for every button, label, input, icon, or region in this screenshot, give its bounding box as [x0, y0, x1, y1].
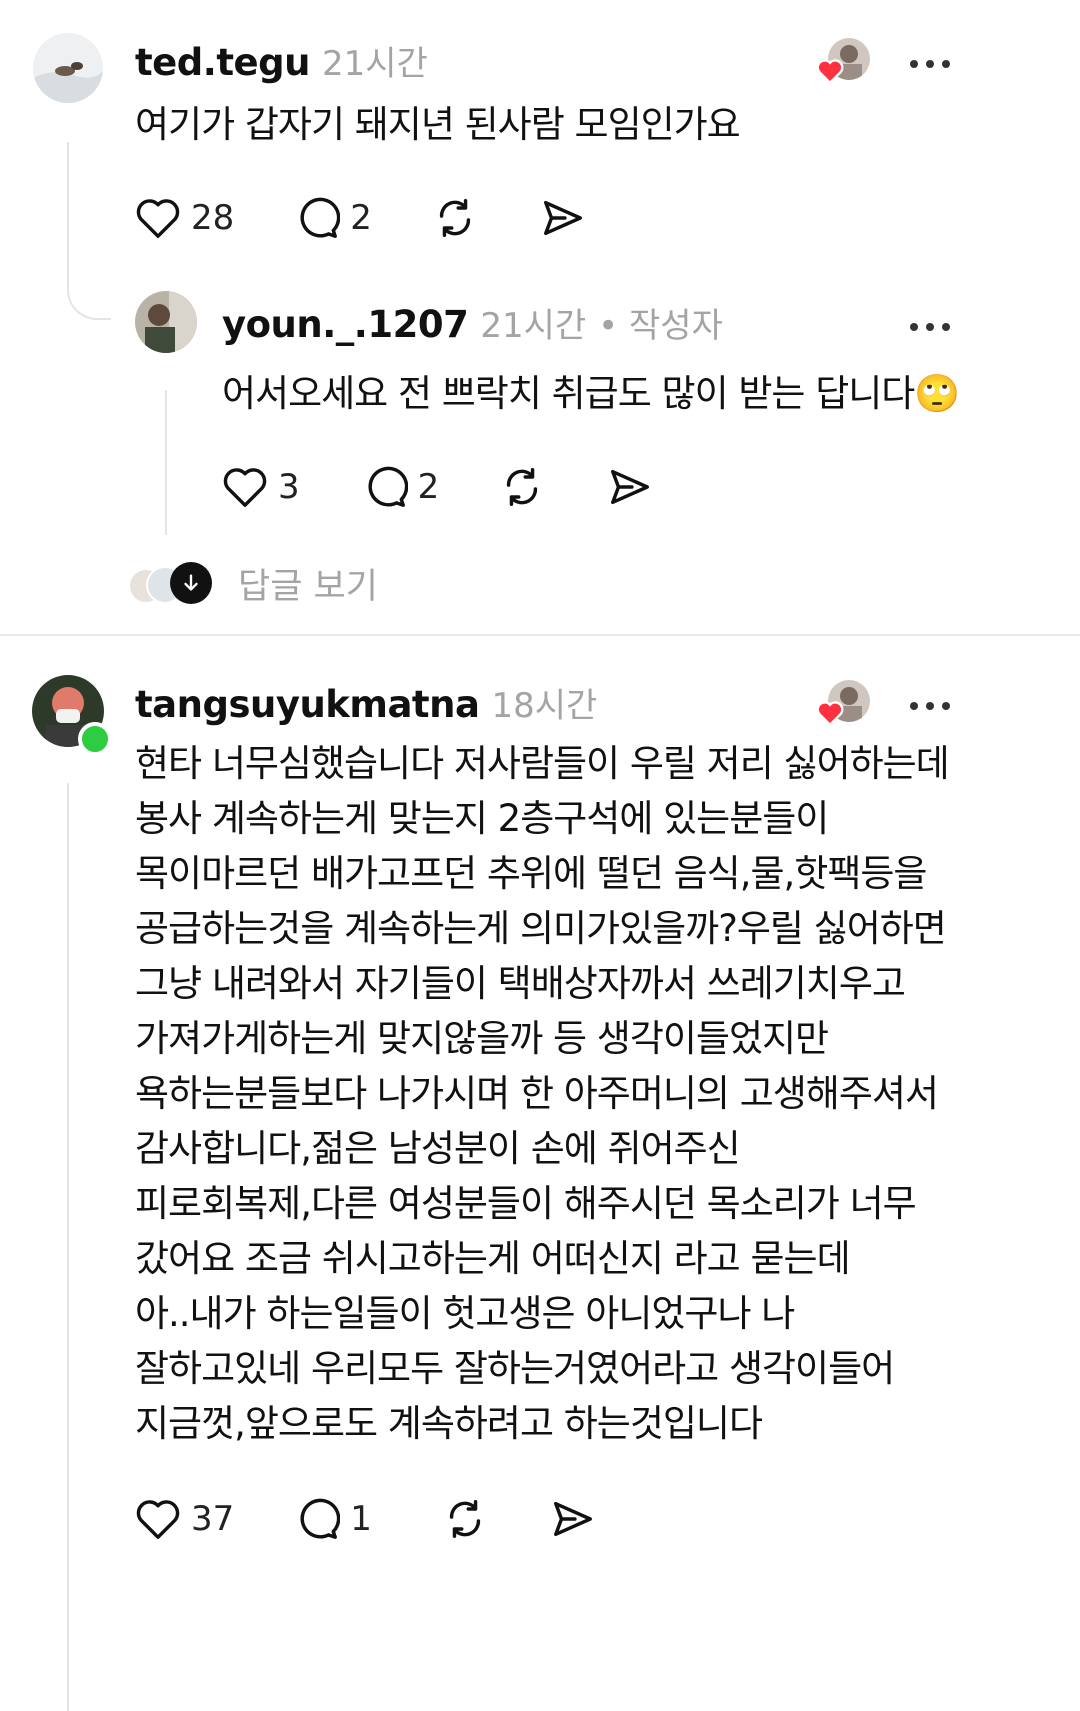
post-header: tangsuyukmatna 18시간: [135, 678, 597, 727]
repost-icon: [439, 199, 471, 237]
like-count: 3: [278, 467, 300, 507]
timestamp: 21시간: [321, 44, 428, 84]
username[interactable]: ted.tegu: [135, 41, 310, 84]
repost-icon: [507, 468, 538, 506]
heart-icon: [816, 59, 844, 84]
like-count: 37: [191, 1499, 235, 1539]
post-text: 현타 너무심했습니다 저사람들이 우릴 저리 싫어하는데 봉사 계속하는게 맞는…: [135, 736, 950, 1451]
divider: [0, 634, 1080, 636]
text-line: 잘하고있네 우리모두 잘하는거였어라고 생각이들어: [135, 1347, 895, 1390]
arrow-down-icon: [170, 561, 212, 604]
timestamp: 21시간: [480, 306, 587, 346]
comment-icon: [368, 466, 408, 507]
action-bar: 28 2: [135, 195, 586, 241]
like-button[interactable]: 3: [222, 465, 300, 509]
repost-button[interactable]: [432, 195, 478, 241]
like-button[interactable]: 28: [135, 196, 234, 240]
text-line: 지금껏,앞으로도 계속하려고 하는것입니다: [135, 1402, 763, 1445]
text-line: 욕하는분들보다 나가시며 한 아주머니의 고생해주셔서: [135, 1072, 939, 1115]
thread-line: [165, 390, 167, 535]
text-line: 아..내가 하는일들이 헛고생은 아니었구나 나: [135, 1292, 795, 1335]
reply-count: 2: [417, 467, 440, 507]
repost-button[interactable]: [442, 1496, 488, 1542]
share-button[interactable]: [607, 464, 653, 510]
post-text: 여기가 갑자기 돼지년 된사람 모임인가요: [135, 95, 741, 155]
reply-avatars: [128, 561, 216, 606]
liked-by-avatar[interactable]: [816, 38, 874, 88]
share-button[interactable]: [540, 195, 586, 241]
online-status-dot: [78, 722, 112, 756]
thread-line: [67, 783, 69, 1711]
repost-button[interactable]: [499, 464, 545, 510]
like-count: 28: [191, 198, 235, 238]
text-line: 감사합니다,젊은 남성분이 손에 쥐어주신: [135, 1127, 741, 1170]
username[interactable]: tangsuyukmatna: [135, 683, 480, 726]
more-options-button[interactable]: [906, 316, 954, 335]
heart-outline-icon: [136, 1500, 180, 1539]
text-line: 가져가게하는게 맞지않을까 등 생각이들었지만: [135, 1017, 829, 1060]
heart-outline-icon: [223, 468, 267, 507]
reply-count: 2: [350, 198, 372, 238]
send-icon: [611, 469, 650, 505]
reply-button[interactable]: 1: [294, 1496, 372, 1542]
post-text: 어서오세요 전 쁘락치 취급도 많이 받는 답니다🙄: [222, 364, 960, 424]
text-line: 여기가 갑자기 돼지년 된사람 모임인가요: [135, 103, 741, 146]
text-line: 공급하는것을 계속하는게 의미가있을까?우릴 싫어하면: [135, 907, 947, 950]
text-line: 현타 너무심했습니다 저사람들이 우릴 저리 싫어하는데: [135, 742, 950, 785]
reply-button[interactable]: 2: [362, 464, 440, 510]
text-line: 갔어요 조금 쉬시고하는게 어떠신지 라고 묻는데: [135, 1237, 851, 1280]
username[interactable]: youn._.1207: [222, 303, 469, 346]
text-line: 어서오세요 전 쁘락치 취급도 많이 받는 답니다🙄: [222, 372, 960, 415]
more-options-button[interactable]: [906, 53, 954, 72]
avatar-youn[interactable]: [135, 291, 197, 353]
reply-count: 1: [350, 1499, 372, 1539]
send-icon: [543, 200, 582, 236]
view-replies-label: 답글 보기: [238, 567, 378, 607]
action-bar: 3 2: [222, 464, 653, 510]
view-replies-button[interactable]: 답글 보기: [128, 558, 378, 609]
more-options-button[interactable]: [906, 695, 954, 714]
text-line: 봉사 계속하는게 맞는지 2층구석에 있는분들이: [135, 797, 829, 840]
comment-icon: [300, 1498, 341, 1539]
text-line: 목이마르던 배가고프던 추위에 떨던 음식,물,핫팩등을: [135, 852, 927, 895]
liked-by-avatar[interactable]: [816, 680, 874, 730]
text-line: 그냥 내려와서 자기들이 택배상자까서 쓰레기치우고: [135, 962, 906, 1005]
reply-button[interactable]: 2: [294, 195, 372, 241]
like-button[interactable]: 37: [135, 1497, 234, 1541]
timestamp: 18시간: [491, 686, 598, 726]
text-line: 피로회복제,다른 여성분들이 해주시던 목소리가 너무: [135, 1182, 917, 1225]
repost-icon: [449, 1500, 481, 1538]
action-bar: 37 1: [135, 1496, 596, 1542]
heart-icon: [816, 701, 844, 726]
author-badge: • 작성자: [598, 306, 723, 346]
avatar-ted-tegu[interactable]: [33, 33, 103, 103]
thread-line: [67, 142, 69, 282]
heart-outline-icon: [136, 199, 180, 238]
thread-curve: [67, 270, 111, 320]
share-button[interactable]: [550, 1496, 596, 1542]
post-header: youn._.1207 21시간 • 작성자: [222, 298, 723, 347]
comment-icon: [300, 197, 341, 238]
send-icon: [553, 1501, 592, 1537]
post-header: ted.tegu 21시간: [135, 36, 428, 85]
